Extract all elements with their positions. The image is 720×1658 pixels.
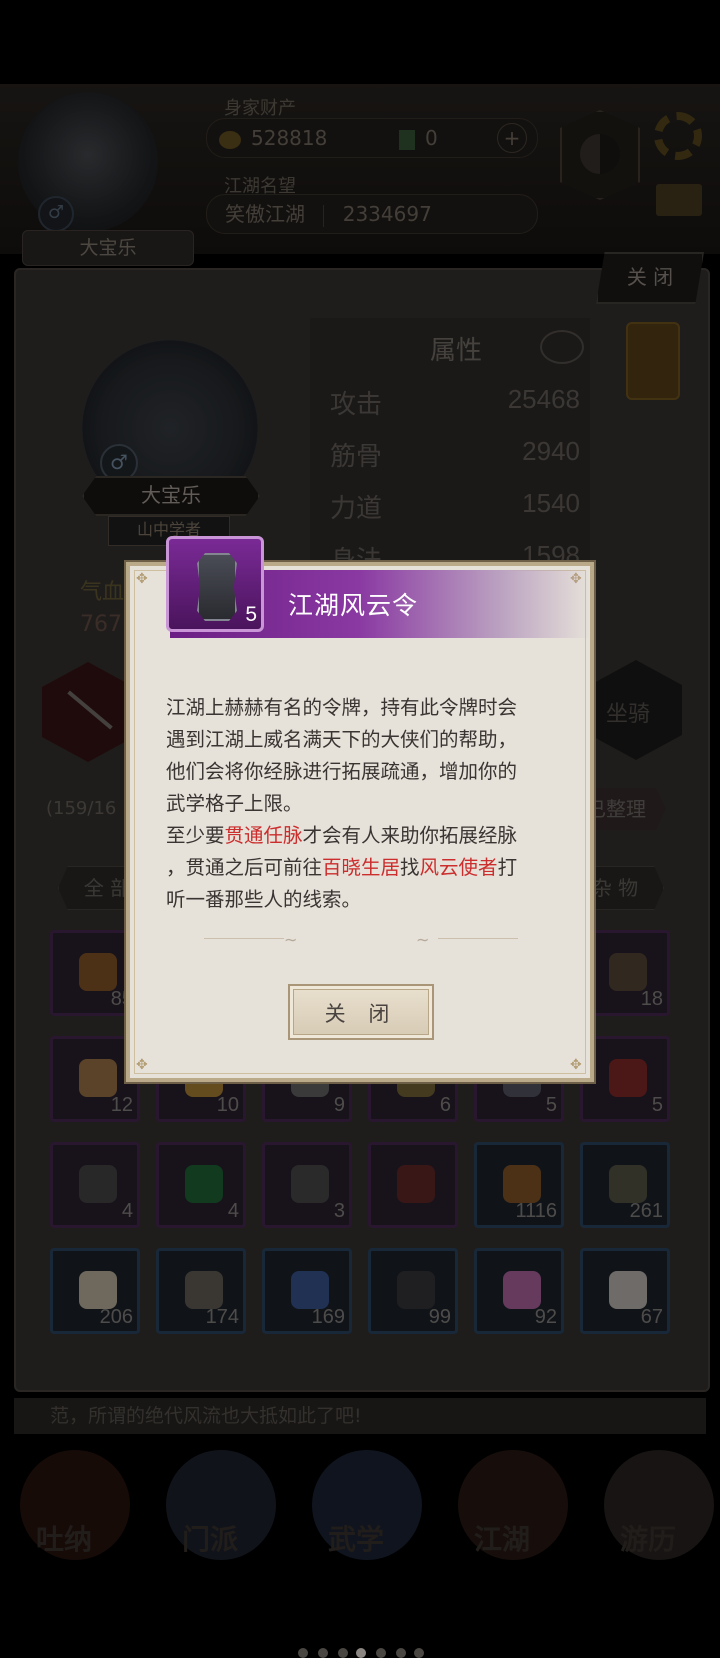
highlight-text: 贯通任脉 (224, 824, 303, 847)
corner-ornament: ✥ (570, 1057, 582, 1073)
desc-line: 遇到江湖上威名满天下的大侠们的帮助， (166, 728, 518, 751)
desc-line: ，贯通之后可前往百晓生居找风云使者打 (166, 856, 518, 879)
page-dot[interactable] (396, 1648, 406, 1658)
item-icon-frame: 5 (166, 536, 264, 632)
desc-line: 武学格子上限。 (166, 792, 303, 815)
corner-ornament: ✥ (136, 571, 148, 587)
token-icon (197, 553, 237, 621)
page-dot[interactable] (376, 1648, 386, 1658)
item-detail-dialog: ✥ ✥ ✥ ✥ 江湖风云令 江湖上赫赫有名的令牌，持有此令牌时会 遇到江湖上威名… (126, 562, 594, 1082)
page-dot[interactable] (414, 1648, 424, 1658)
divider-ornament: ∼ (416, 930, 430, 949)
page-dot[interactable] (318, 1648, 328, 1658)
corner-ornament: ✥ (136, 1057, 148, 1073)
highlight-text: 百晓生居 (322, 856, 401, 879)
divider (204, 938, 284, 939)
page-dot[interactable] (298, 1648, 308, 1658)
desc-line: 听一番那些人的线索。 (166, 888, 362, 911)
divider (438, 938, 518, 939)
item-title: 江湖风云令 (288, 591, 419, 620)
desc-line: 他们会将你经脉进行拓展疏通，增加你的 (166, 760, 518, 783)
highlight-text: 风云使者 (419, 856, 498, 879)
dialog-close-button[interactable]: 关 闭 (288, 984, 434, 1040)
desc-line: 至少要贯通任脉才会有人来助你拓展经脉 (166, 824, 518, 847)
item-description: 江湖上赫赫有名的令牌，持有此令牌时会 遇到江湖上威名满天下的大侠们的帮助， 他们… (166, 692, 556, 916)
page-dot[interactable] (338, 1648, 348, 1658)
divider-ornament: ∼ (284, 930, 298, 949)
desc-line: 江湖上赫赫有名的令牌，持有此令牌时会 (166, 696, 518, 719)
page-dot-active[interactable] (356, 1648, 366, 1658)
item-count: 5 (245, 603, 257, 626)
